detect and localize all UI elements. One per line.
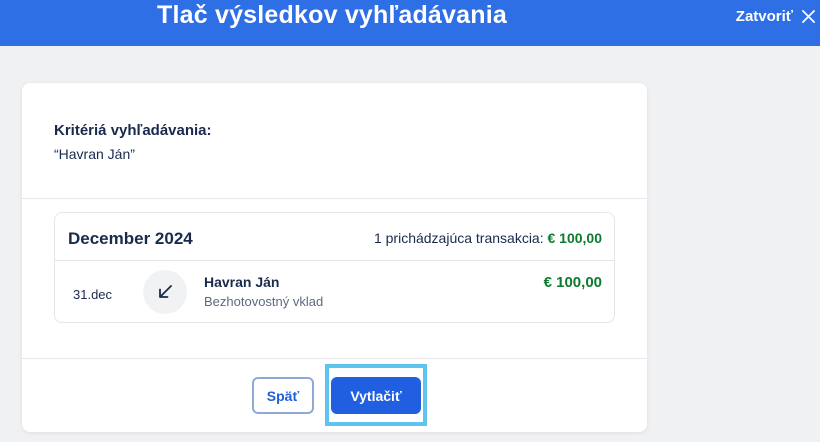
month-title: December 2024 xyxy=(68,229,193,248)
month-header: December 2024 1 prichádzajúca transakcia… xyxy=(55,213,614,261)
close-button[interactable]: Zatvoriť xyxy=(736,6,816,26)
summary-label: 1 prichádzajúca transakcia: xyxy=(373,230,544,246)
transaction-description: Bezhotovostný vklad xyxy=(204,294,324,309)
transaction-name: Havran Ján xyxy=(204,274,280,290)
print-button[interactable]: Vytlačiť xyxy=(331,377,421,414)
transaction-amount: € 100,00 xyxy=(543,274,602,291)
page-title: Tlač výsledkov vyhľadávania xyxy=(157,1,507,29)
header-bar: Tlač výsledkov vyhľadávania Zatvoriť xyxy=(0,0,820,46)
month-group: December 2024 1 prichádzajúca transakcia… xyxy=(54,212,615,323)
close-label: Zatvoriť xyxy=(735,7,793,25)
month-summary: 1 prichádzajúca transakcia: € 100,00 xyxy=(374,230,602,246)
divider xyxy=(22,358,647,359)
back-button[interactable]: Späť xyxy=(252,377,314,414)
transaction-row: 31.dec Havran Ján Bezhotovostný vklad € … xyxy=(55,262,614,322)
criteria-label: Kritériá vyhľadávania: xyxy=(54,122,212,139)
criteria-value: “Havran Ján” xyxy=(54,146,135,162)
print-dialog-card: Kritériá vyhľadávania: “Havran Ján” Dece… xyxy=(22,83,647,432)
incoming-arrow-icon xyxy=(143,270,187,314)
divider xyxy=(22,198,647,199)
transaction-date: 31.dec xyxy=(73,287,113,302)
close-icon xyxy=(802,9,815,23)
summary-amount: € 100,00 xyxy=(547,230,603,246)
